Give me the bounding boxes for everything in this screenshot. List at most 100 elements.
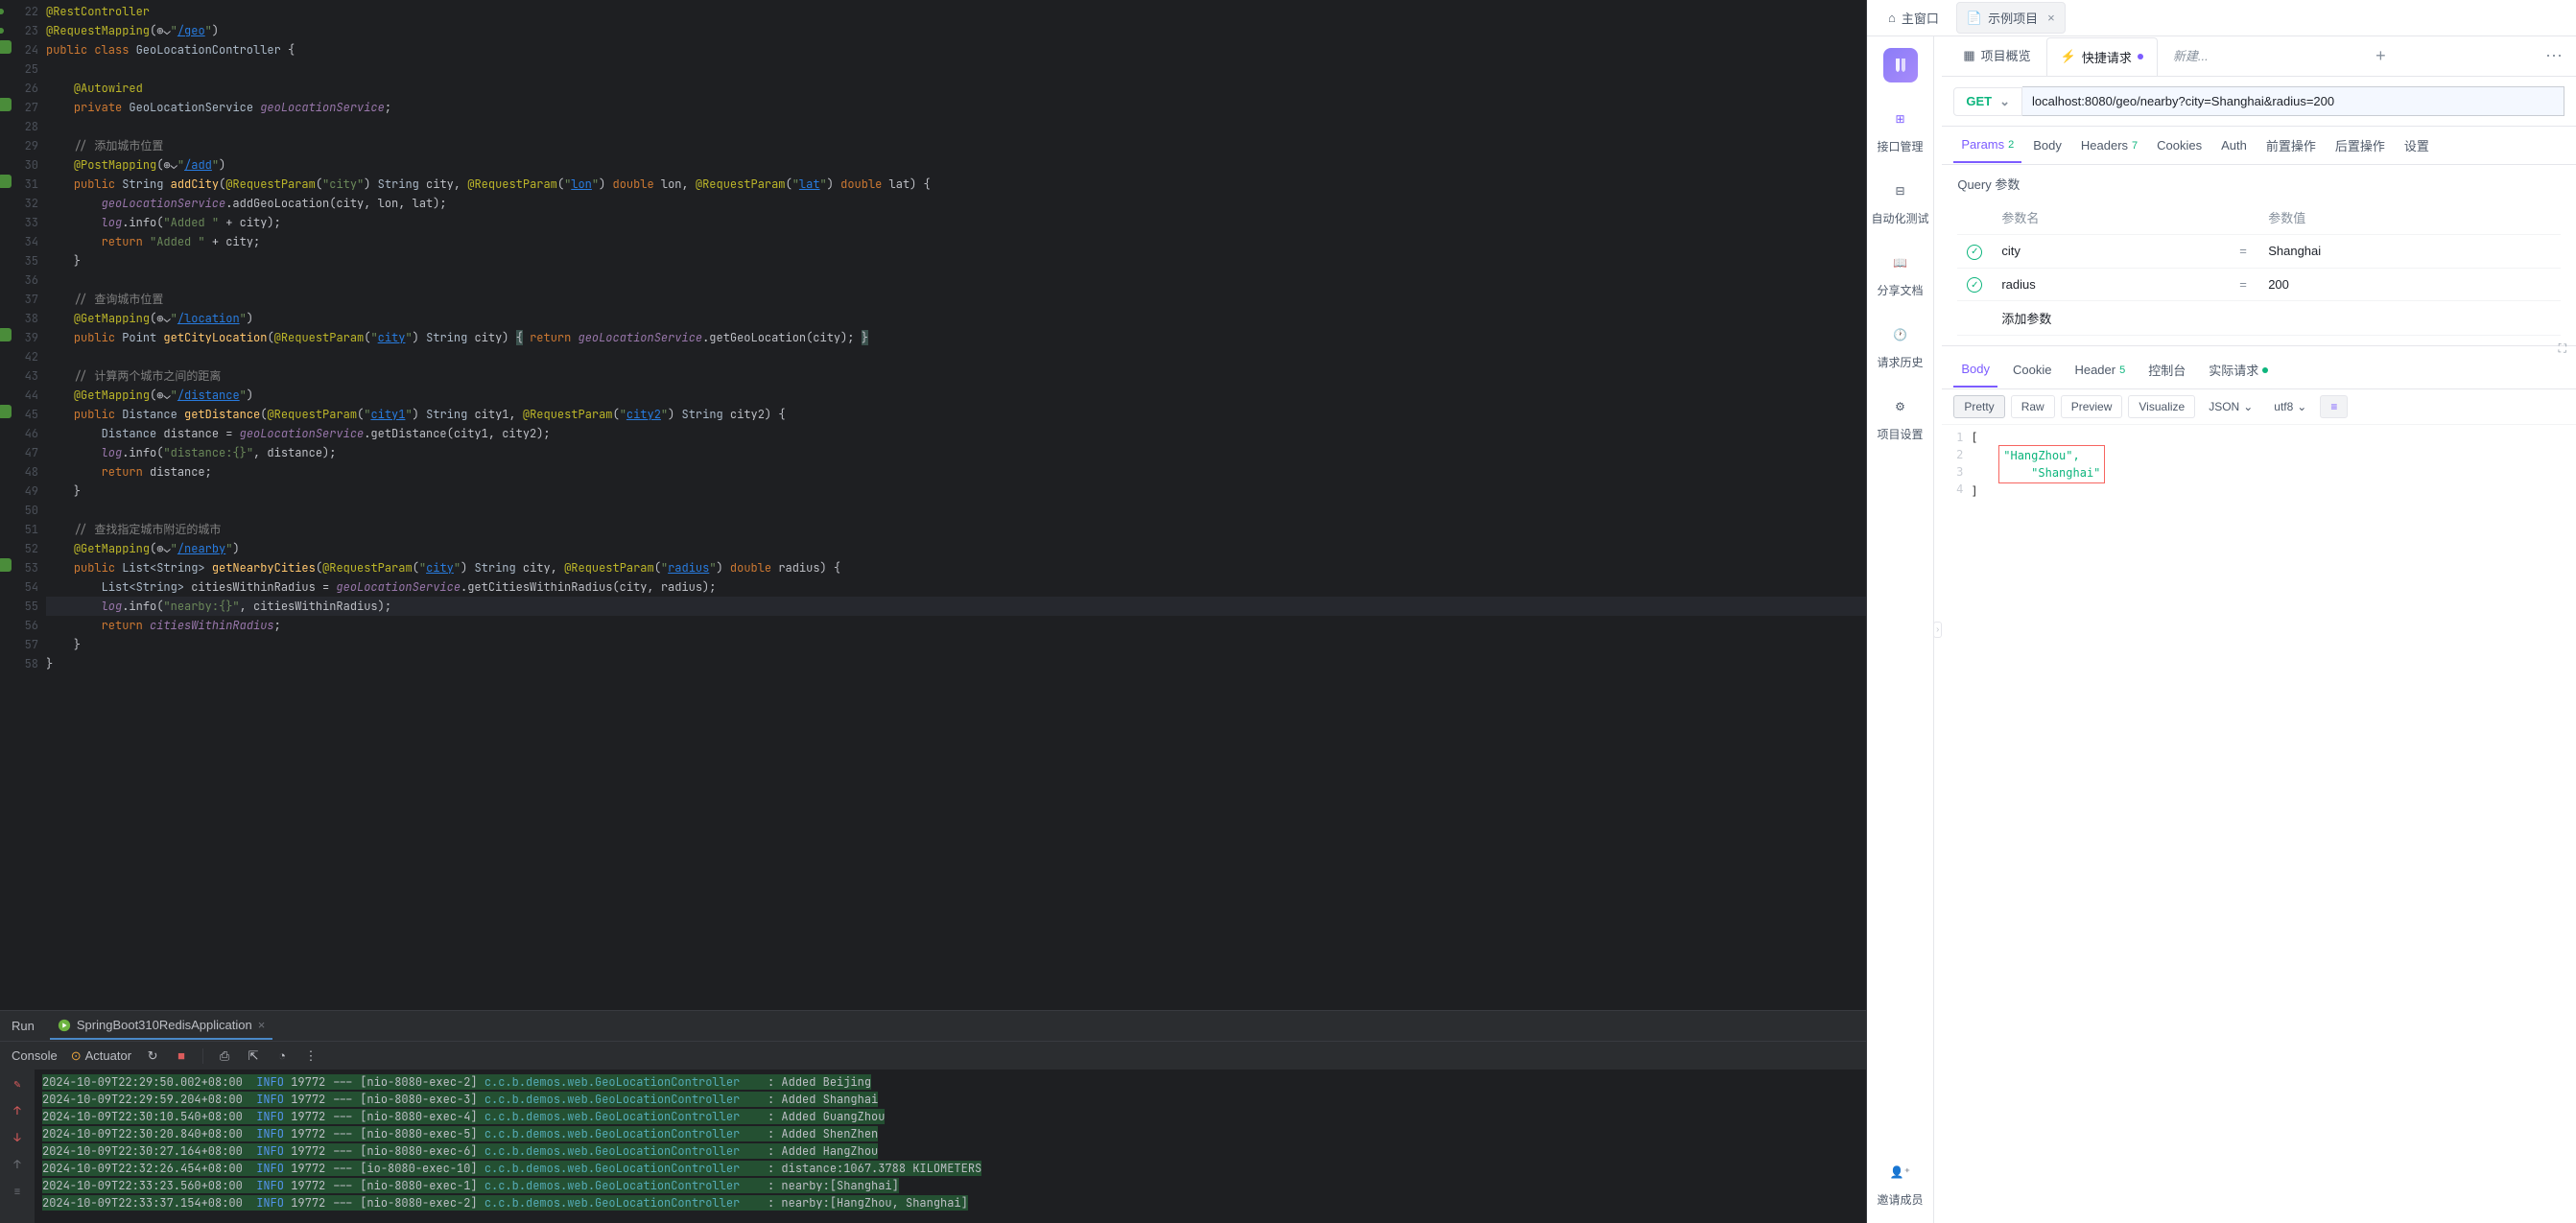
- filter-icon[interactable]: ≡: [2320, 395, 2348, 418]
- log-output[interactable]: ✎ ↑ ↓ ↑ ≡ 2024-10-09T22:29:50.002+08:00 …: [0, 1070, 1866, 1223]
- json-line: ]: [1971, 482, 2576, 500]
- close-icon[interactable]: ×: [2047, 11, 2055, 25]
- query-table: 参数名 参数值 ✓city=Shanghai✓radius=200添加参数: [1957, 200, 2561, 336]
- subtab-post[interactable]: 后置操作: [2328, 127, 2393, 164]
- actuator-icon: ⊙: [71, 1048, 82, 1064]
- resp-line-gutter: 1234: [1942, 429, 1971, 1219]
- request-subtabs: Params 2 Body Headers 7 Cookies Auth 前置操…: [1942, 127, 2576, 165]
- response-toolbar: Pretty Raw Preview Visualize JSON ⌄ utf8…: [1942, 389, 2576, 425]
- wrap-icon[interactable]: ≡: [9, 1183, 26, 1200]
- side-nav: ⊞ 接口管理 ⊟ 自动化测试 📖 分享文档 🕐 请求历史 ⚙ 项目设置 👤⁺: [1867, 36, 1934, 1223]
- api-icon: ⊞: [1884, 104, 1915, 134]
- api-client-panel: ⌂ 主窗口 📄 示例项目 × ⊞ 接口管理 ⊟ 自动化测试 📖 分享文档: [1866, 0, 2576, 1223]
- check-icon[interactable]: ✓: [1967, 245, 1982, 260]
- stop-icon[interactable]: ■: [174, 1048, 189, 1064]
- subtab-pre[interactable]: 前置操作: [2258, 127, 2324, 164]
- scroll-down-icon[interactable]: ↓: [9, 1129, 26, 1146]
- subtab-headers[interactable]: Headers 7: [2073, 129, 2145, 162]
- json-line: "HangZhou", "Shanghai": [1971, 446, 2576, 482]
- method-select[interactable]: GET ⌄: [1953, 87, 2022, 116]
- query-params-section: Query 参数 参数名 参数值 ✓city=Shanghai✓radius=2…: [1942, 165, 2576, 345]
- nav-auto-test[interactable]: ⊟ 自动化测试: [1871, 176, 1928, 226]
- table-row[interactable]: ✓city=Shanghai: [1957, 235, 2561, 269]
- subtab-params[interactable]: Params 2: [1953, 128, 2021, 163]
- main-window-tab[interactable]: ⌂ 主窗口: [1879, 3, 1949, 33]
- chevron-down-icon: ⌄: [2243, 400, 2253, 413]
- resp-tab-actual[interactable]: 实际请求: [2201, 351, 2276, 388]
- subtab-cookies[interactable]: Cookies: [2149, 129, 2210, 162]
- subtab-body[interactable]: Body: [2025, 129, 2069, 162]
- gear-icon: ⚙: [1884, 391, 1915, 422]
- view-visualize[interactable]: Visualize: [2128, 395, 2195, 418]
- resp-tab-cookie[interactable]: Cookie: [2005, 353, 2059, 387]
- chevron-down-icon: ⌄: [1999, 94, 2010, 109]
- encoding-select[interactable]: utf8 ⌄: [2266, 396, 2314, 417]
- code-editor[interactable]: 2223242526272829303132333435363738394243…: [0, 0, 1866, 1010]
- ide-panel: 2223242526272829303132333435363738394243…: [0, 0, 1866, 1223]
- doc-icon: 📄: [1967, 11, 1982, 26]
- nav-api-management[interactable]: ⊞ 接口管理: [1877, 104, 1923, 154]
- url-input[interactable]: [2022, 86, 2564, 116]
- resp-tab-header[interactable]: Header 5: [2067, 353, 2133, 387]
- up-arrow-icon[interactable]: ↑: [9, 1156, 26, 1173]
- add-param-row[interactable]: 添加参数: [1957, 301, 2561, 336]
- request-row: GET ⌄: [1942, 77, 2576, 127]
- close-icon[interactable]: ×: [258, 1018, 266, 1032]
- col-param-value: 参数值: [2258, 200, 2561, 235]
- run-config-name: SpringBoot310RedisApplication: [77, 1018, 252, 1032]
- view-raw[interactable]: Raw: [2011, 395, 2055, 418]
- add-tab-button[interactable]: +: [2370, 40, 2392, 72]
- nav-project-settings[interactable]: ⚙ 项目设置: [1877, 391, 1923, 442]
- app-logo-icon[interactable]: [1883, 48, 1918, 82]
- code-content[interactable]: @RestController@RequestMapping(⊕⌄"/geo")…: [46, 0, 1866, 1010]
- book-icon: 📖: [1884, 247, 1915, 278]
- profiler-icon[interactable]: ◔: [274, 1048, 290, 1064]
- query-title: Query 参数: [1957, 175, 2561, 193]
- check-icon[interactable]: ✓: [1967, 277, 1982, 293]
- nav-share-doc[interactable]: 📖 分享文档: [1877, 247, 1923, 298]
- json-line: [: [1971, 429, 2576, 446]
- resp-tab-console[interactable]: 控制台: [2140, 351, 2193, 388]
- collapse-handle[interactable]: ›: [1933, 622, 1942, 638]
- actuator-tab[interactable]: ⊙ Actuator: [71, 1048, 131, 1064]
- tab-menu-icon[interactable]: ⋯: [2540, 40, 2568, 72]
- unsaved-dot-icon: [2138, 54, 2143, 59]
- status-dot-icon: [2262, 367, 2268, 373]
- resp-json[interactable]: [ "HangZhou", "Shanghai" ]: [1971, 429, 2576, 1219]
- lightning-icon: ⚡: [2061, 49, 2076, 64]
- tab-overview[interactable]: ▦ 项目概览: [1950, 36, 2044, 76]
- console-toolbar: Console ⊙ Actuator ↻ ■ ⎙ ⇱ ◔ ⋮: [0, 1041, 1866, 1070]
- example-project-tab[interactable]: 📄 示例项目 ×: [1956, 2, 2066, 34]
- col-param-name: 参数名: [1992, 200, 2230, 235]
- document-tabs: ▦ 项目概览 ⚡ 快捷请求 新建... + ⋯: [1942, 36, 2576, 77]
- format-select[interactable]: JSON ⌄: [2201, 396, 2260, 417]
- subtab-settings[interactable]: 设置: [2397, 127, 2437, 164]
- run-toolbar: Run SpringBoot310RedisApplication ×: [0, 1010, 1866, 1041]
- response-body[interactable]: 1234 [ "HangZhou", "Shanghai" ]: [1942, 425, 2576, 1223]
- subtab-auth[interactable]: Auth: [2213, 129, 2255, 162]
- resp-tab-body[interactable]: Body: [1953, 352, 1997, 388]
- table-row[interactable]: ✓radius=200: [1957, 268, 2561, 301]
- nav-invite[interactable]: 👤⁺ 邀请成员: [1877, 1157, 1923, 1208]
- screenshot-icon[interactable]: ⎙: [217, 1048, 232, 1064]
- line-gutter: 2223242526272829303132333435363738394243…: [0, 0, 46, 1010]
- scroll-up-icon[interactable]: ↑: [9, 1102, 26, 1119]
- export-icon[interactable]: ⇱: [246, 1048, 261, 1064]
- rerun-icon[interactable]: ↻: [145, 1048, 160, 1064]
- nav-history[interactable]: 🕐 请求历史: [1877, 319, 1923, 370]
- view-preview[interactable]: Preview: [2061, 395, 2123, 418]
- tab-new[interactable]: 新建...: [2160, 36, 2222, 76]
- tab-quick-request[interactable]: ⚡ 快捷请求: [2046, 37, 2158, 76]
- chevron-down-icon: ⌄: [2297, 400, 2306, 413]
- edit-icon[interactable]: ✎: [9, 1075, 26, 1093]
- log-lines[interactable]: 2024-10-09T22:29:50.002+08:00 INFO 19772…: [35, 1070, 1866, 1223]
- run-config-tab[interactable]: SpringBoot310RedisApplication ×: [50, 1012, 272, 1040]
- view-pretty[interactable]: Pretty: [1953, 395, 2004, 418]
- console-tab[interactable]: Console: [12, 1048, 58, 1063]
- log-action-gutter: ✎ ↑ ↓ ↑ ≡: [0, 1070, 35, 1223]
- clock-icon: 🕐: [1884, 319, 1915, 350]
- test-icon: ⊟: [1884, 176, 1915, 206]
- window-tabs: ⌂ 主窗口 📄 示例项目 ×: [1867, 0, 2576, 36]
- more-icon[interactable]: ⋮: [303, 1048, 319, 1064]
- run-label[interactable]: Run: [12, 1019, 35, 1033]
